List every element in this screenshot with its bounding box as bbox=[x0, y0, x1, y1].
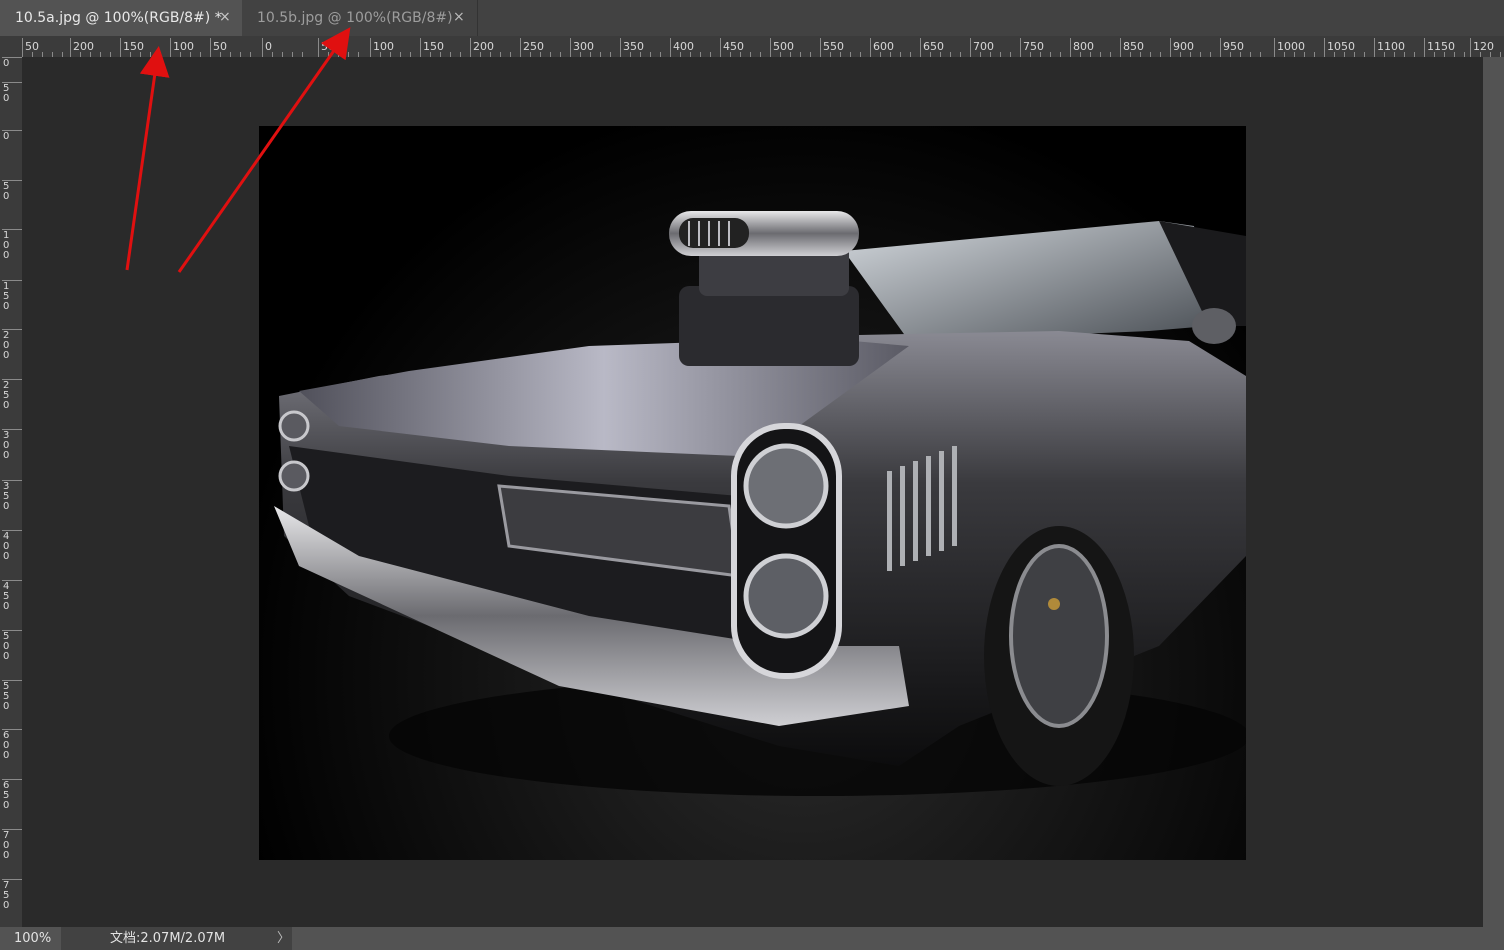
ruler-major-tick bbox=[470, 38, 471, 57]
car-photo bbox=[259, 126, 1246, 860]
status-bar-fill bbox=[292, 927, 1504, 950]
ruler-major-tick bbox=[210, 38, 211, 57]
ruler-label: 200 bbox=[3, 330, 10, 361]
ruler-major-tick bbox=[920, 38, 921, 57]
ruler-major-tick bbox=[770, 38, 771, 57]
horizontal-ruler[interactable]: 50 200 150 100 50 0 50 100 150 200 250 300 350 400 450… bbox=[22, 36, 1504, 57]
ruler-major-tick bbox=[820, 38, 821, 57]
ruler-major-tick bbox=[870, 38, 871, 57]
ruler-major-tick bbox=[1470, 38, 1471, 57]
ruler-label: 0 bbox=[3, 58, 10, 69]
ruler-major-tick bbox=[1120, 38, 1121, 57]
close-icon[interactable]: × bbox=[453, 9, 465, 25]
ruler-major-tick bbox=[70, 38, 71, 57]
ruler-origin[interactable] bbox=[0, 36, 22, 57]
ruler-label: 1050 bbox=[1327, 40, 1355, 53]
ruler-label: 150 bbox=[3, 281, 10, 312]
close-icon[interactable]: × bbox=[219, 9, 231, 25]
ruler-label: 650 bbox=[3, 780, 10, 811]
ruler-label: 600 bbox=[3, 730, 10, 761]
tab-label: 10.5b.jpg @ 100%(RGB/8#) bbox=[257, 10, 453, 26]
ruler-label: 50 bbox=[3, 83, 10, 104]
ruler-label: 1000 bbox=[1277, 40, 1305, 53]
ruler-major-tick bbox=[22, 38, 23, 57]
status-bar: 100% 文档:2.07M/2.07M 〉 bbox=[0, 927, 1504, 950]
ruler-major-tick bbox=[570, 38, 571, 57]
ruler-label: 300 bbox=[3, 430, 10, 461]
ruler-major-tick bbox=[1020, 38, 1021, 57]
ruler-label: 1150 bbox=[1427, 40, 1455, 53]
ruler-label: 400 bbox=[3, 531, 10, 562]
ruler-major-tick bbox=[1220, 38, 1221, 57]
ruler-major-tick bbox=[1374, 38, 1375, 57]
ruler-label: 550 bbox=[3, 681, 10, 712]
ruler-major-tick bbox=[170, 38, 171, 57]
tab-10-5b[interactable]: 10.5b.jpg @ 100%(RGB/8#) × bbox=[242, 0, 478, 36]
ruler-major-tick bbox=[1324, 38, 1325, 57]
car-illustration bbox=[274, 211, 1246, 796]
ruler-label: 450 bbox=[3, 581, 10, 612]
status-menu-arrow-icon[interactable]: 〉 bbox=[277, 927, 290, 950]
document-size-info: 文档:2.07M/2.07M bbox=[110, 931, 226, 946]
ruler-major-tick bbox=[120, 38, 121, 57]
ruler-major-tick bbox=[970, 38, 971, 57]
vertical-ruler[interactable]: 0 50 0 50 100 150 200 250 300 350 400 450 500 550 600 6… bbox=[0, 57, 22, 927]
ruler-major-tick bbox=[620, 38, 621, 57]
tab-label: 10.5a.jpg @ 100%(RGB/8#) * bbox=[15, 10, 222, 26]
ruler-label: 350 bbox=[3, 481, 10, 512]
ruler-major-tick bbox=[1170, 38, 1171, 57]
ruler-major-tick bbox=[1274, 38, 1275, 57]
ruler-label: 1100 bbox=[1377, 40, 1405, 53]
ruler-label: 0 bbox=[3, 131, 10, 142]
ruler-label: 0 bbox=[265, 40, 272, 53]
ruler-major-tick bbox=[1070, 38, 1071, 57]
ruler-major-tick bbox=[1424, 38, 1425, 57]
ruler-label: 700 bbox=[3, 830, 10, 861]
ruler-label: 750 bbox=[3, 880, 10, 911]
ruler-label: 50 bbox=[3, 181, 10, 202]
document-tab-bar: 10.5a.jpg @ 100%(RGB/8#) * × 10.5b.jpg @… bbox=[0, 0, 1504, 36]
zoom-level[interactable]: 100% bbox=[0, 927, 61, 950]
ruler-label: 100 bbox=[3, 230, 10, 261]
ruler-major-tick bbox=[262, 38, 263, 57]
ruler-major-tick bbox=[520, 38, 521, 57]
ruler-major-tick bbox=[670, 38, 671, 57]
ruler-label: 250 bbox=[3, 380, 10, 411]
tab-10-5a[interactable]: 10.5a.jpg @ 100%(RGB/8#) * × bbox=[0, 0, 242, 36]
ruler-major-tick bbox=[370, 38, 371, 57]
ruler-major-tick bbox=[720, 38, 721, 57]
canvas-right-margin bbox=[1483, 57, 1504, 927]
ruler-major-tick bbox=[420, 38, 421, 57]
ruler-label: 500 bbox=[3, 631, 10, 662]
ruler-major-tick bbox=[318, 38, 319, 57]
